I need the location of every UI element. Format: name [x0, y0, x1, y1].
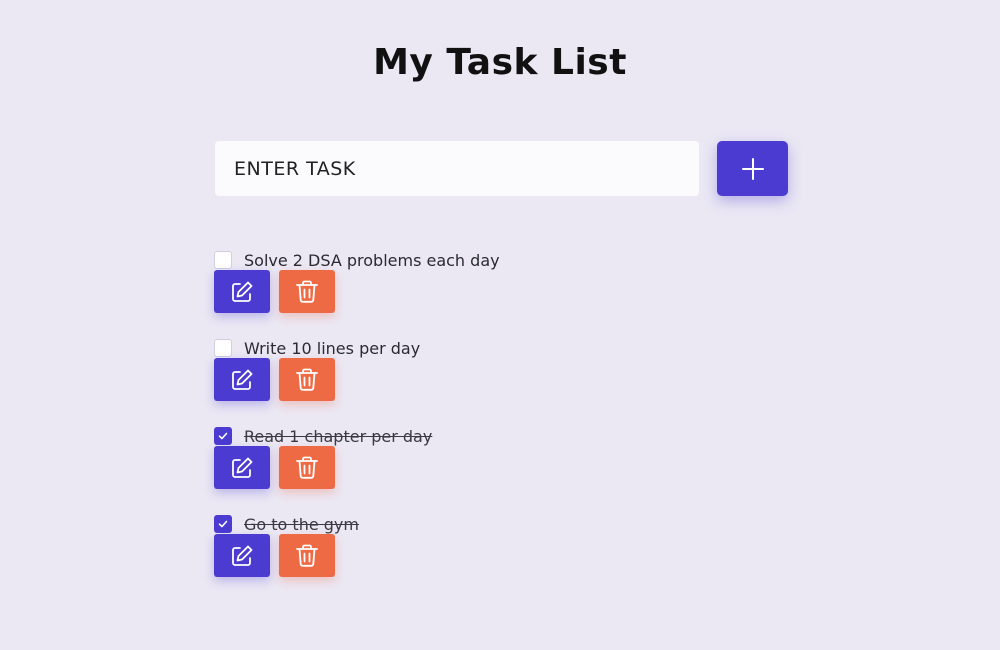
trash-icon — [296, 280, 318, 303]
trash-icon — [296, 368, 318, 391]
delete-task-button[interactable] — [279, 446, 335, 489]
task-text: Solve 2 DSA problems each day — [244, 250, 500, 270]
task-item: Solve 2 DSA problems each day — [214, 250, 714, 338]
task-list: Solve 2 DSA problems each day Write 10 l… — [214, 250, 714, 602]
task-item: Read 1 chapter per day — [214, 426, 714, 514]
pencil-square-icon — [232, 281, 253, 302]
pencil-square-icon — [232, 369, 253, 390]
pencil-square-icon — [232, 457, 253, 478]
add-task-button[interactable] — [717, 141, 788, 196]
checkmark-icon — [218, 432, 228, 440]
delete-task-button[interactable] — [279, 534, 335, 577]
edit-task-button[interactable] — [214, 534, 270, 577]
task-text: Read 1 chapter per day — [244, 426, 433, 446]
plus-icon — [741, 157, 764, 180]
edit-task-button[interactable] — [214, 270, 270, 313]
task-text: Write 10 lines per day — [244, 338, 421, 358]
task-item: Go to the gym — [214, 514, 714, 602]
delete-task-button[interactable] — [279, 358, 335, 401]
page-title: My Task List — [373, 42, 627, 83]
checkmark-icon — [218, 520, 228, 528]
task-checkbox[interactable] — [214, 251, 232, 269]
edit-task-button[interactable] — [214, 358, 270, 401]
task-item: Write 10 lines per day — [214, 338, 714, 426]
trash-icon — [296, 544, 318, 567]
task-checkbox[interactable] — [214, 515, 232, 533]
task-text: Go to the gym — [244, 514, 359, 534]
trash-icon — [296, 456, 318, 479]
pencil-square-icon — [232, 545, 253, 566]
new-task-form — [215, 141, 788, 196]
task-input[interactable] — [215, 141, 699, 196]
task-checkbox[interactable] — [214, 339, 232, 357]
task-checkbox[interactable] — [214, 427, 232, 445]
delete-task-button[interactable] — [279, 270, 335, 313]
edit-task-button[interactable] — [214, 446, 270, 489]
